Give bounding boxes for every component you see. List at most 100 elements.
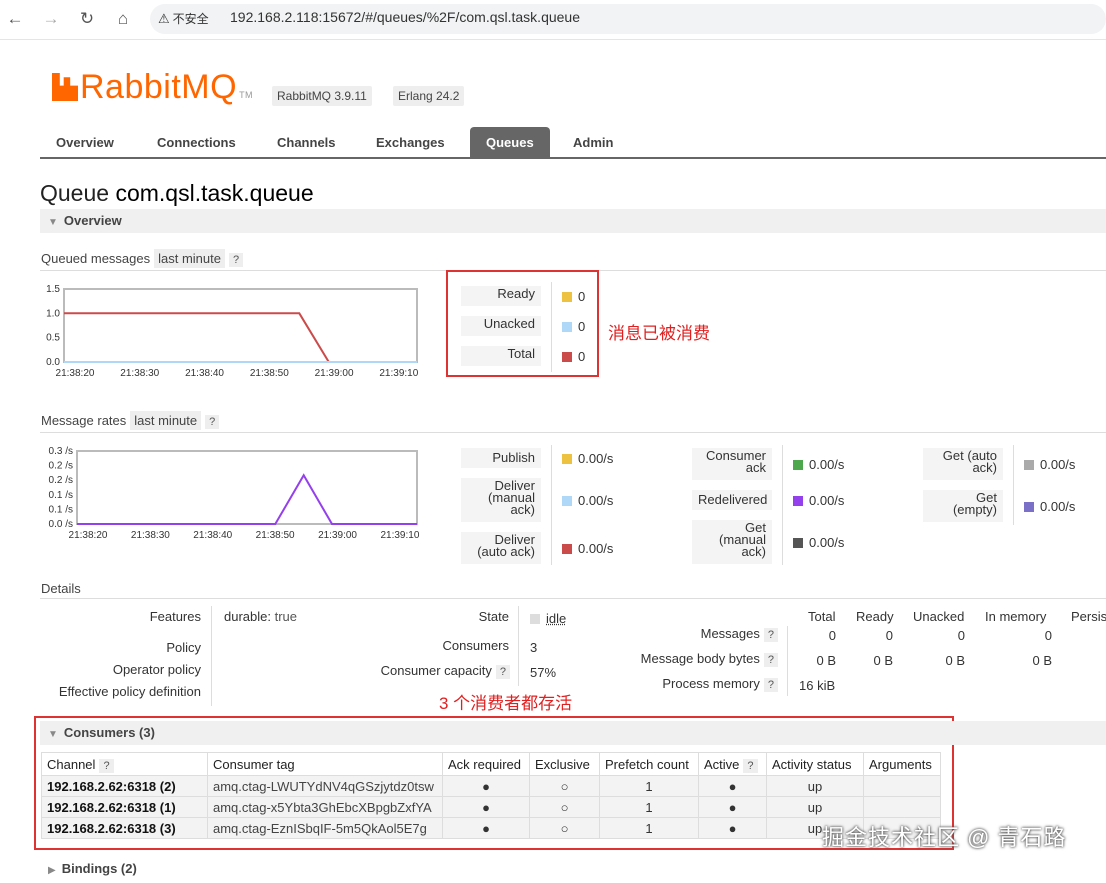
table-row: 192.168.2.62:6318 (2) amq.ctag-LWUTYdNV4… [41, 775, 941, 797]
page-title: Queue com.qsl.task.queue [40, 180, 314, 206]
legend-total: Total [461, 346, 541, 366]
col-in-memory: In memory [985, 609, 1047, 624]
x-tick-label: 21:39:10 [380, 530, 419, 541]
messages-label: Messages? [600, 626, 778, 642]
y-tick-label: 0.2 /s [49, 461, 73, 472]
col-persistent: Persis [1071, 609, 1106, 624]
help-icon[interactable]: ? [99, 758, 114, 773]
table-row: 192.168.2.62:6318 (1) amq.ctag-x5Ybta3Gh… [41, 796, 941, 818]
messages-in-memory: 0 [1044, 628, 1052, 643]
col-prefetch: Prefetch count [599, 752, 699, 776]
legend-deliver-auto: Deliver (auto ack) [461, 532, 541, 564]
legend-get-manual: Get (manual ack) [692, 520, 772, 564]
help-icon[interactable]: ? [763, 678, 778, 692]
tab-connections[interactable]: Connections [141, 127, 252, 159]
tab-exchanges[interactable]: Exchanges [360, 127, 461, 159]
ack-required-dot: ● [442, 796, 530, 818]
overview-section-toggle[interactable]: ▼ Overview [40, 209, 1106, 233]
range-selector[interactable]: last minute [154, 249, 225, 268]
x-tick-label: 21:38:30 [131, 530, 170, 541]
consumers-section-toggle[interactable]: ▼ Consumers (3) [40, 721, 1106, 745]
help-icon[interactable]: ? [495, 665, 510, 679]
exclusive-dot: ○ [529, 817, 600, 839]
y-tick-label: 0.1 /s [49, 490, 73, 501]
annotation-consumers: 3 个消费者都存活 [439, 694, 573, 713]
home-icon[interactable]: ⌂ [112, 8, 134, 30]
deliver-auto-value: 0.00/s [562, 541, 613, 556]
annotation-consumed: 消息已被消费 [608, 324, 710, 343]
arguments [863, 775, 941, 797]
divider [782, 445, 783, 565]
y-tick-label: 1.0 [46, 308, 60, 319]
reload-icon[interactable]: ↻ [76, 8, 98, 30]
bytes-unacked: 0 B [945, 653, 965, 668]
help-icon[interactable]: ? [763, 653, 778, 667]
messages-unacked: 0 [957, 628, 965, 643]
rabbitmq-logo[interactable]: RabbitMQ TM [52, 68, 253, 107]
tab-queues[interactable]: Queues [470, 127, 550, 159]
channel-link[interactable]: 192.168.2.62:6318 (3) [41, 817, 208, 839]
activity-status: up [766, 796, 864, 818]
url-text[interactable]: 192.168.2.118:15672/#/queues/%2F/com.qsl… [230, 9, 580, 25]
col-unacked: Unacked [913, 609, 965, 624]
consumer-tag: amq.ctag-x5Ybta3GhEbcXBpgbZxfYA [207, 796, 443, 818]
queued-messages-heading: Queued messages last minute? [41, 249, 244, 268]
legend-publish: Publish [461, 448, 541, 468]
tab-channels[interactable]: Channels [261, 127, 352, 159]
messages-ready: 0 [885, 628, 893, 643]
process-memory-value: 16 kiB [799, 678, 836, 693]
warning-icon: ⚠ [158, 11, 170, 26]
prefetch-count: 1 [599, 817, 699, 839]
ack-required-dot: ● [442, 775, 530, 797]
table-header-row: Channel? Consumer tag Ack required Exclu… [41, 752, 941, 776]
tab-overview[interactable]: Overview [40, 127, 130, 159]
consumer-tag: amq.ctag-EznISbqIF-5m5QkAol5E7g [207, 817, 443, 839]
redelivered-value: 0.00/s [793, 493, 844, 508]
col-ack-required: Ack required [442, 752, 530, 776]
bindings-section-toggle[interactable]: ▶ Bindings (2) [40, 857, 440, 881]
security-warning[interactable]: ⚠ 不安全 [158, 10, 209, 27]
publish-swatch [562, 454, 572, 464]
channel-link[interactable]: 192.168.2.62:6318 (1) [41, 796, 208, 818]
help-icon[interactable]: ? [763, 628, 778, 642]
x-tick-label: 21:38:40 [193, 530, 232, 541]
help-icon[interactable]: ? [743, 758, 758, 773]
table-row: 192.168.2.62:6318 (3) amq.ctag-EznISbqIF… [41, 817, 941, 839]
features-label: Features [149, 609, 201, 624]
watermark: 掘金技术社区 @ 青石路 [822, 825, 1067, 850]
active-dot: ● [698, 796, 767, 818]
get-empty-swatch [1024, 502, 1034, 512]
tab-admin[interactable]: Admin [557, 127, 629, 159]
x-tick-label: 21:39:00 [315, 368, 354, 379]
exclusive-dot: ○ [529, 796, 600, 818]
x-tick-label: 21:38:20 [69, 530, 108, 541]
legend-unacked: Unacked [461, 316, 541, 336]
divider [551, 282, 552, 372]
address-bar[interactable]: ⚠ 不安全 192.168.2.118:15672/#/queues/%2F/co… [150, 4, 1106, 34]
help-icon[interactable]: ? [205, 415, 220, 429]
help-icon[interactable]: ? [229, 253, 244, 267]
ready-swatch [562, 292, 572, 302]
range-selector[interactable]: last minute [130, 411, 202, 430]
col-arguments: Arguments [863, 752, 941, 776]
bytes-in-memory: 0 B [1032, 653, 1052, 668]
x-tick-label: 21:38:20 [56, 368, 95, 379]
divider [211, 606, 212, 706]
y-tick-label: 0.1 /s [49, 504, 73, 515]
active-dot: ● [698, 817, 767, 839]
channel-link[interactable]: 192.168.2.62:6318 (2) [41, 775, 208, 797]
col-total: Total [808, 609, 836, 624]
y-tick-label: 0.3 /s [49, 446, 73, 457]
x-tick-label: 21:38:40 [185, 368, 224, 379]
consumer-capacity-label: Consumer capacity? [340, 663, 510, 679]
consumer-ack-value: 0.00/s [793, 457, 844, 472]
deliver-auto-swatch [562, 544, 572, 554]
durable-feature: durable: true [224, 609, 298, 624]
arrow-left-icon[interactable]: ← [4, 8, 26, 30]
arrow-right-icon[interactable]: → [40, 8, 62, 30]
legend-redelivered: Redelivered [692, 490, 772, 510]
activity-status: up [766, 775, 864, 797]
effective-policy-label: Effective policy definition [58, 684, 201, 699]
erlang-version: Erlang 24.2 [393, 86, 465, 106]
consumer-ack-swatch [793, 460, 803, 470]
